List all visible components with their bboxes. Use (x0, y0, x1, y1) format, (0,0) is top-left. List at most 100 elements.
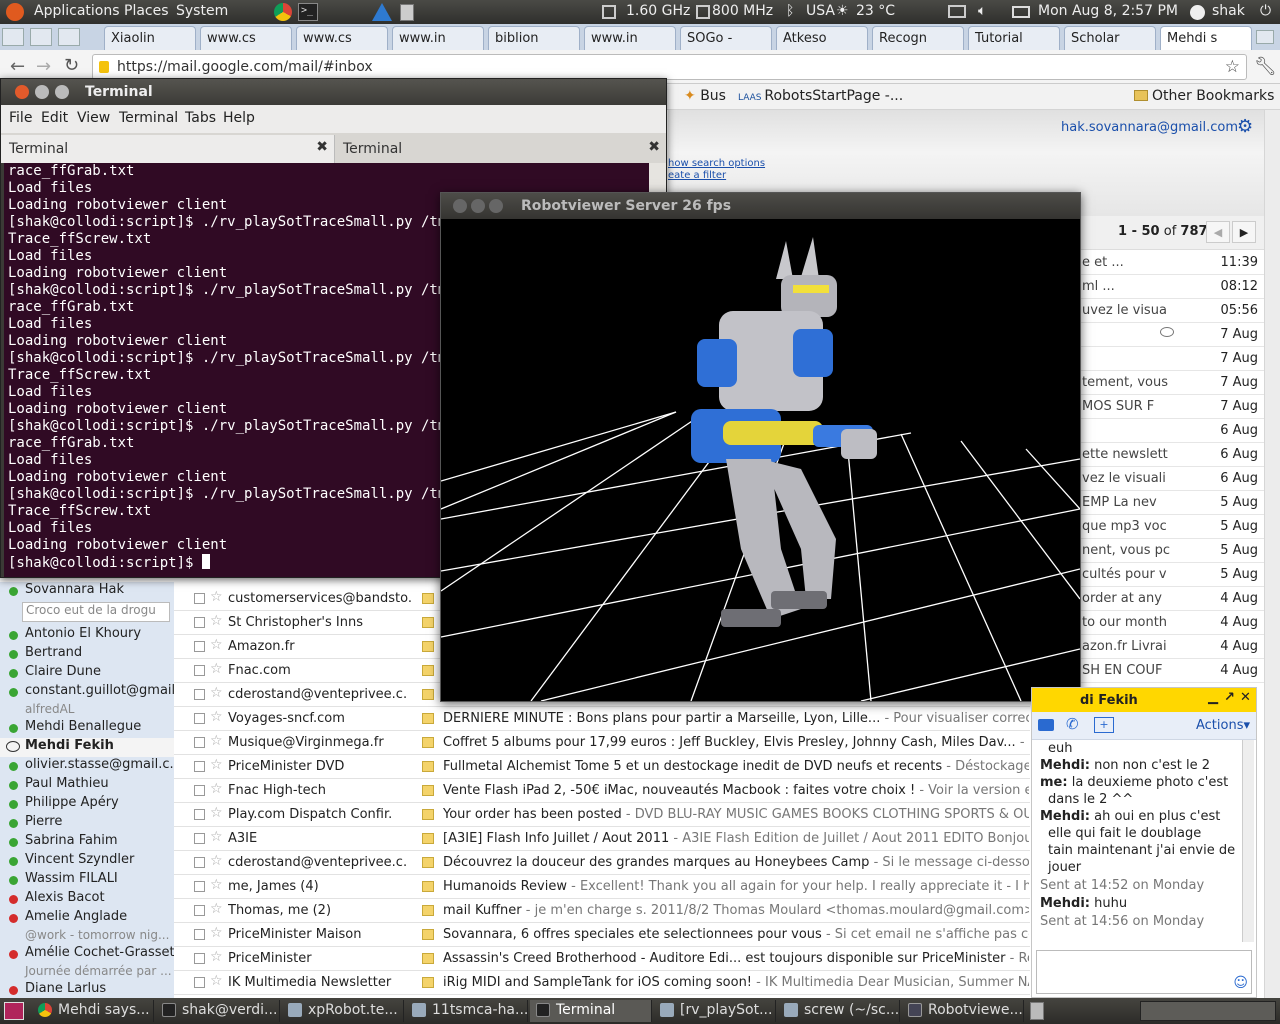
power-icon[interactable]: ⏻ (1260, 3, 1271, 19)
page-scrollbar[interactable] (1264, 110, 1280, 998)
row-checkbox[interactable] (194, 737, 205, 748)
browser-tab-3[interactable]: www.cs (296, 26, 388, 50)
row-checkbox[interactable] (194, 713, 205, 724)
chat-scrollbar[interactable] (1242, 740, 1254, 942)
mail-row[interactable]: ☆ IK Multimedia Newsletter iRig MIDI and S… (174, 971, 1030, 995)
importance-marker-icon[interactable] (422, 881, 434, 892)
menu-edit[interactable]: Edit (41, 110, 68, 126)
star-icon[interactable]: ☆ (210, 925, 223, 941)
inbox-row-fragment[interactable]: ml ... 08:12 (1080, 275, 1264, 299)
star-icon[interactable]: ☆ (210, 901, 223, 917)
row-checkbox[interactable] (194, 809, 205, 820)
menu-file[interactable]: File (9, 110, 32, 126)
mail-row[interactable]: ☆ Voyages-sncf.com DERNIERE MINUTE : Bons … (174, 707, 1030, 731)
chrome-launcher-icon[interactable] (274, 3, 292, 21)
volume-icon[interactable]: 🔈︎ (978, 3, 986, 19)
inbox-row-fragment[interactable]: SH EN COUF 4 Aug (1080, 659, 1264, 683)
close-icon[interactable] (453, 199, 467, 213)
star-icon[interactable]: ☆ (210, 685, 223, 701)
importance-marker-icon[interactable] (422, 977, 434, 988)
browser-tab-6[interactable]: www.in (584, 26, 676, 50)
phone-call-icon[interactable]: ✆ (1066, 715, 1079, 733)
bookmark-star-icon[interactable]: ☆ (1225, 57, 1240, 77)
minimize-icon[interactable] (471, 199, 485, 213)
row-checkbox[interactable] (194, 641, 205, 652)
ubuntu-logo-icon[interactable] (6, 3, 24, 21)
row-checkbox[interactable] (194, 953, 205, 964)
bookmark-other-folder[interactable]: Other Bookmarks (1134, 88, 1274, 104)
mail-row[interactable]: ☆ Play.com Dispatch Confir. Your order has… (174, 803, 1030, 827)
browser-tab-10[interactable]: Tutorial (968, 26, 1060, 50)
browser-tab-12-active[interactable]: Mehdi s (1160, 26, 1252, 50)
maximize-icon[interactable] (489, 199, 503, 213)
chat-actions-menu[interactable]: Actions▾ (1196, 718, 1250, 733)
taskbar-item-11tsmca[interactable]: 11tsmca-ha... (406, 1000, 528, 1022)
star-icon[interactable]: ☆ (210, 877, 223, 893)
address-input[interactable]: https://mail.google.com/mail/#inbox ☆ (92, 54, 1247, 80)
importance-marker-icon[interactable] (422, 833, 434, 844)
inbox-row-fragment[interactable]: azon.fr Livrai 4 Aug (1080, 635, 1264, 659)
star-icon[interactable]: ☆ (210, 637, 223, 653)
contact-item[interactable]: Mehdi Fekih (0, 738, 174, 757)
menu-help[interactable]: Help (223, 110, 255, 126)
forward-icon[interactable]: → (36, 56, 51, 77)
importance-marker-icon[interactable] (422, 953, 434, 964)
row-checkbox[interactable] (194, 929, 205, 940)
contact-item[interactable]: Alexis Bacot (0, 890, 174, 909)
star-icon[interactable]: ☆ (210, 661, 223, 677)
cpu-frequency-2[interactable]: 800 MHz (712, 3, 773, 19)
star-icon[interactable]: ☆ (210, 853, 223, 869)
clock[interactable]: Mon Aug 8, 2:57 PM (1038, 3, 1178, 19)
importance-marker-icon[interactable] (422, 905, 434, 916)
contact-item[interactable]: Sabrina Fahim (0, 833, 174, 852)
row-checkbox[interactable] (194, 881, 205, 892)
mail-icon[interactable] (1012, 6, 1030, 18)
menu-system[interactable]: System (176, 3, 228, 19)
inbox-row-fragment[interactable]: nent, vous pc 5 Aug (1080, 539, 1264, 563)
inbox-row-fragment[interactable]: vez le visuali 6 Aug (1080, 467, 1264, 491)
inbox-row-fragment[interactable]: uvez le visua 05:56 (1080, 299, 1264, 323)
contact-item[interactable]: Antonio El Khoury (0, 626, 174, 645)
inbox-row-fragment[interactable]: cultés pour v 5 Aug (1080, 563, 1264, 587)
mail-row[interactable]: ☆ cderostand@venteprivee.c. Découvrez la d… (174, 851, 1030, 875)
mail-row[interactable]: ☆ PriceMinister DVD Fullmetal Alchemist To… (174, 755, 1030, 779)
importance-marker-icon[interactable] (422, 809, 434, 820)
row-checkbox[interactable] (194, 617, 205, 628)
terminal-launcher-icon[interactable]: >_ (298, 3, 318, 21)
contact-item[interactable]: olivier.stasse@gmail.c... (0, 757, 174, 776)
browser-tab-9[interactable]: Recogn (872, 26, 964, 50)
settings-gear-icon[interactable]: ⚙ (1237, 116, 1253, 137)
star-icon[interactable]: ☆ (210, 781, 223, 797)
star-icon[interactable]: ☆ (210, 589, 223, 605)
inbox-row-fragment[interactable]: tement, vous 7 Aug (1080, 371, 1264, 395)
contact-item[interactable]: Claire Dune (0, 664, 174, 683)
star-icon[interactable]: ☆ (210, 613, 223, 629)
importance-marker-icon[interactable] (422, 929, 434, 940)
mail-row[interactable]: ☆ Musique@Virginmega.fr Coffret 5 albums p… (174, 731, 1030, 755)
row-checkbox[interactable] (194, 977, 205, 988)
menu-tabs[interactable]: Tabs (185, 110, 216, 126)
star-icon[interactable]: ☆ (210, 733, 223, 749)
minimize-icon[interactable] (35, 85, 49, 99)
star-icon[interactable]: ☆ (210, 829, 223, 845)
row-checkbox[interactable] (194, 785, 205, 796)
create-filter-link[interactable]: eate a filter (668, 170, 726, 181)
weather-temperature[interactable]: 23 °C (856, 3, 895, 19)
row-checkbox[interactable] (194, 593, 205, 604)
chat-popout-icon[interactable]: ↗ (1224, 690, 1235, 705)
mail-row[interactable]: ☆ Thomas, me (2) mail Kuffner - je m'en ch… (174, 899, 1030, 923)
display-icon[interactable] (948, 5, 966, 18)
importance-marker-icon[interactable] (422, 785, 434, 796)
close-tab-icon[interactable]: ✖ (316, 139, 328, 155)
inbox-row-fragment[interactable]: 7 Aug (1080, 347, 1264, 371)
robot-3d-viewport[interactable] (441, 219, 1080, 701)
bookmark-bus[interactable]: ✦ Bus (684, 88, 726, 104)
contact-item[interactable]: constant.guillot@gmail.... (0, 683, 174, 702)
mail-row[interactable]: ☆ me, James (4) Humanoids Review - Excelle… (174, 875, 1030, 899)
taskbar-item-robotviewer[interactable]: Robotviewe... (902, 1000, 1024, 1022)
inbox-row-fragment[interactable]: e et ... 11:39 (1080, 251, 1264, 275)
taskbar-item-terminal[interactable]: Terminal (530, 1000, 652, 1022)
workspace-switcher[interactable] (1140, 1001, 1276, 1021)
contact-item[interactable]: Bertrand (0, 645, 174, 664)
contact-item[interactable]: Paul Mathieu (0, 776, 174, 795)
